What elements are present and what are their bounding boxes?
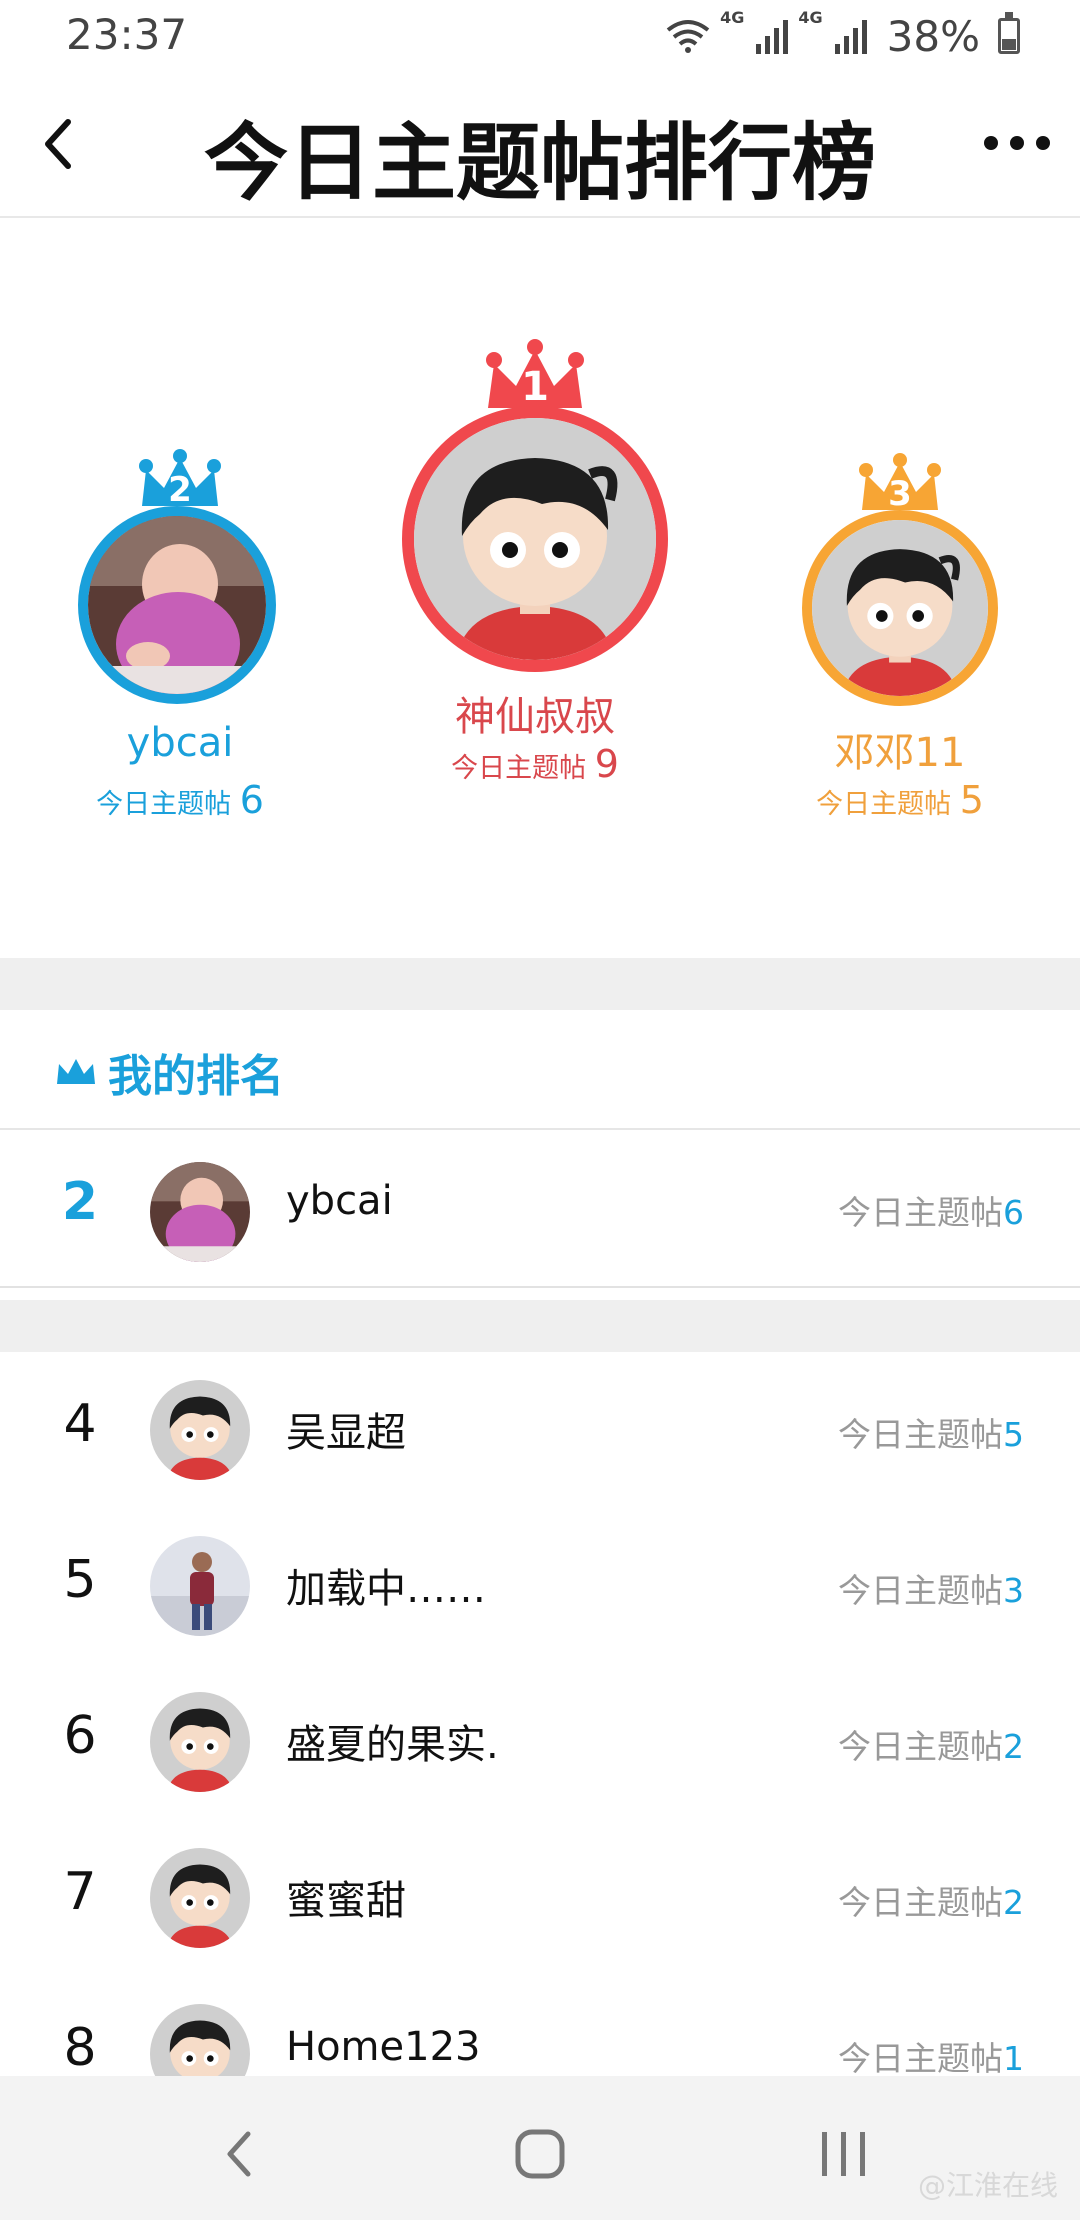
podium-rank-number: 2 [168, 470, 192, 510]
user-name: 蜜蜜甜 [286, 1878, 406, 1924]
status-time: 23:37 [66, 10, 188, 59]
my-rank-title: 我的排名 [108, 1051, 284, 1102]
rank-number: 5 [63, 1550, 97, 1610]
count-value: 3 [1003, 1571, 1024, 1610]
podium-count: 今日主题帖 9 [390, 742, 680, 786]
count-label: 今日主题帖 [816, 789, 952, 820]
top-three-podium: 2 ybcai 今日主题帖 6 1 神仙叔叔 今日主题帖 9 3 邓邓11 今日… [0, 218, 1080, 958]
count-value: 6 [239, 778, 264, 822]
rank-number: 2 [61, 1172, 99, 1232]
section-divider [0, 958, 1080, 1010]
avatar [78, 506, 276, 704]
user-name: 加载中…… [286, 1566, 486, 1612]
podium-count: 今日主题帖 5 [780, 778, 1020, 822]
post-count: 今日主题帖5 [838, 1408, 1024, 1456]
rank-number: 6 [63, 1706, 97, 1766]
count-label: 今日主题帖 [838, 1415, 1003, 1454]
count-value: 1 [1003, 2039, 1024, 2078]
count-value: 9 [594, 742, 619, 786]
avatar [150, 1536, 250, 1636]
nav-home-button[interactable] [500, 2114, 580, 2194]
nav-back-button[interactable] [200, 2114, 280, 2194]
post-count: 今日主题帖2 [838, 1720, 1024, 1768]
podium-name: ybcai [126, 720, 234, 766]
count-label: 今日主题帖 [838, 1883, 1003, 1922]
list-item[interactable]: 7 蜜蜜甜 今日主题帖2 [0, 1820, 1080, 1978]
podium-name: 神仙叔叔 [455, 694, 615, 740]
podium-rank-number: 1 [521, 364, 549, 410]
crown-icon [57, 1059, 95, 1084]
my-rank-header: 我的排名 [0, 1010, 1080, 1130]
podium-rank-number: 3 [888, 474, 912, 514]
signal-icon-2 [834, 18, 867, 54]
network-type-2: 4G [798, 8, 823, 27]
list-item[interactable]: 6 盛夏的果实. 今日主题帖2 [0, 1664, 1080, 1822]
count-label: 今日主题帖 [838, 1193, 1003, 1232]
podium-name: 邓邓11 [834, 730, 966, 776]
avatar [802, 510, 998, 706]
avatar [150, 1380, 250, 1480]
battery-icon [998, 12, 1020, 54]
avatar [150, 1692, 250, 1792]
app-header: 今日主题帖排行榜 [0, 72, 1080, 218]
count-label: 今日主题帖 [838, 2039, 1003, 2078]
post-count: 今日主题帖3 [838, 1564, 1024, 1612]
battery-percent: 38% [886, 11, 980, 61]
list-item[interactable]: 5 加载中…… 今日主题帖3 [0, 1508, 1080, 1666]
status-icons: 4G 4G 38% [666, 10, 1020, 62]
user-name: ybcai [286, 1178, 393, 1224]
list-item[interactable]: 4 吴显超 今日主题帖5 [0, 1352, 1080, 1510]
count-label: 今日主题帖 [96, 789, 232, 820]
home-square-icon [515, 2129, 565, 2179]
rank-number: 7 [63, 1862, 97, 1922]
count-value: 6 [1003, 1193, 1024, 1232]
user-name: 盛夏的果实. [286, 1722, 499, 1768]
podium-second[interactable]: 2 ybcai 今日主题帖 6 [60, 448, 300, 848]
avatar [150, 1848, 250, 1948]
user-name: 吴显超 [286, 1410, 406, 1456]
podium-third[interactable]: 3 邓邓11 今日主题帖 5 [780, 448, 1020, 848]
avatar [402, 406, 668, 672]
more-dot-icon [1036, 136, 1050, 150]
podium-count: 今日主题帖 6 [60, 778, 300, 822]
system-nav-bar: @江淮在线 [0, 2076, 1080, 2220]
avatar [150, 1162, 250, 1262]
rank-number: 8 [63, 2018, 97, 2078]
more-options-button[interactable] [984, 128, 1054, 158]
chevron-left-icon [227, 2131, 251, 2177]
post-count: 今日主题帖6 [838, 1186, 1024, 1234]
signal-icon [756, 18, 789, 54]
my-rank-row[interactable]: 2 ybcai 今日主题帖6 [0, 1130, 1080, 1288]
count-label: 今日主题帖 [838, 1727, 1003, 1766]
recents-icon [822, 2132, 865, 2176]
count-value: 5 [1003, 1415, 1024, 1454]
count-value: 5 [959, 778, 984, 822]
section-divider [0, 1300, 1080, 1352]
more-dot-icon [984, 136, 998, 150]
count-value: 2 [1003, 1883, 1024, 1922]
nav-recents-button[interactable] [804, 2114, 884, 2194]
podium-first[interactable]: 1 神仙叔叔 今日主题帖 9 [390, 338, 680, 798]
watermark: @江淮在线 [917, 2169, 1058, 2202]
wifi-icon [666, 20, 710, 53]
page-title: 今日主题帖排行榜 [203, 114, 876, 212]
count-value: 2 [1003, 1727, 1024, 1766]
post-count: 今日主题帖1 [838, 2032, 1024, 2080]
network-type-1: 4G [720, 8, 745, 27]
post-count: 今日主题帖2 [838, 1876, 1024, 1924]
user-name: Home123 [286, 2024, 481, 2070]
more-dot-icon [1010, 136, 1024, 150]
status-bar: 23:37 4G 4G 38% [0, 0, 1080, 72]
count-label: 今日主题帖 [451, 753, 587, 784]
count-label: 今日主题帖 [838, 1571, 1003, 1610]
rank-number: 4 [63, 1394, 97, 1454]
